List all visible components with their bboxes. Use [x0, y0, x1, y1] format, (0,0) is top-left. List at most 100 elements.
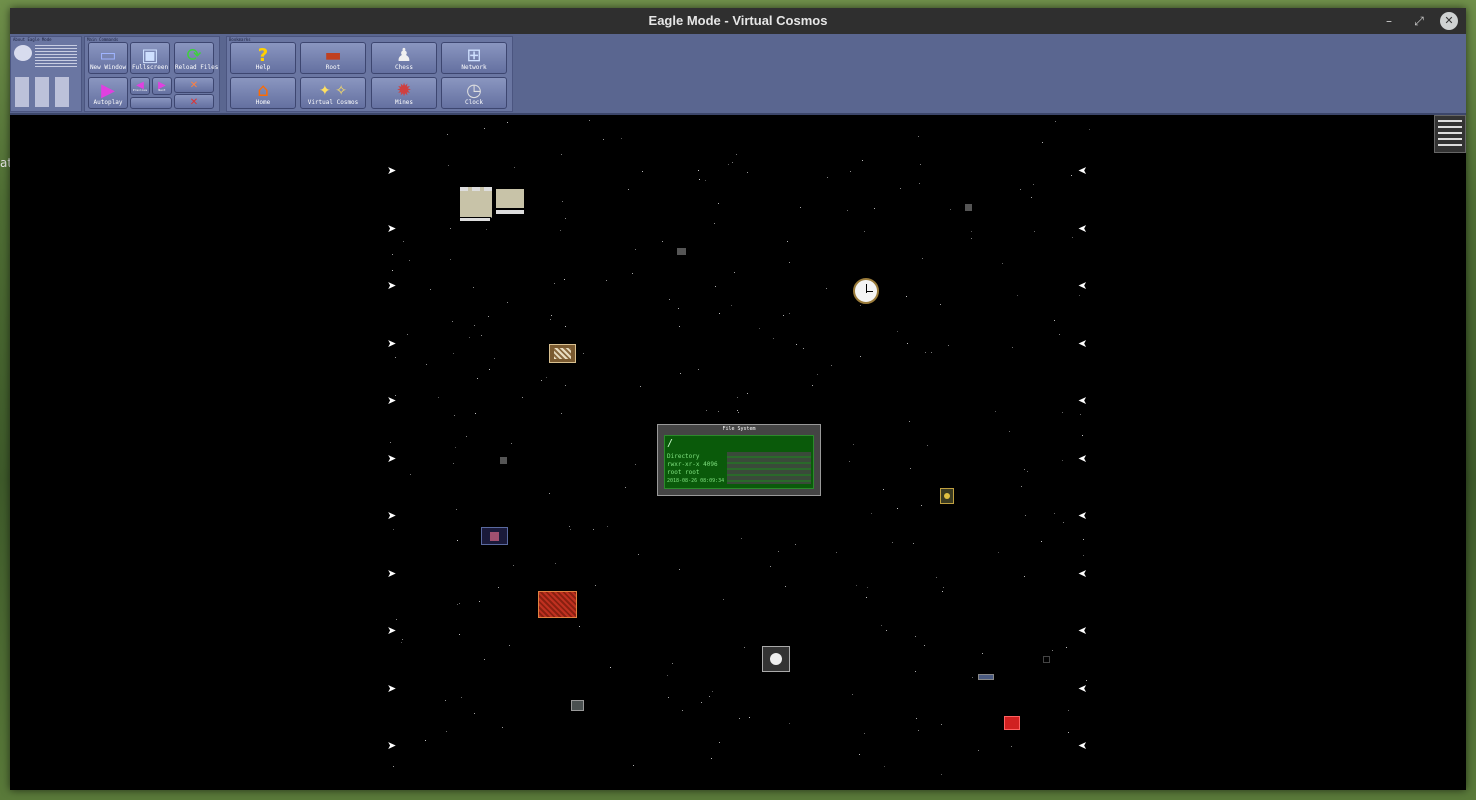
star: [402, 240, 404, 242]
star: [863, 231, 865, 233]
star: [438, 396, 440, 398]
star: [886, 629, 887, 631]
star: [852, 444, 854, 446]
star: [406, 333, 408, 335]
reload-files-button[interactable]: ⟳ Reload Files: [174, 42, 218, 74]
cosmos-item-toolbox-red[interactable]: [1004, 716, 1020, 730]
cosmos-item-coin-icon[interactable]: [940, 488, 954, 504]
quit-button[interactable]: ✕: [174, 94, 214, 109]
star: [981, 653, 983, 655]
star: [770, 566, 772, 568]
star: [489, 369, 491, 371]
cosmos-item-small-box[interactable]: [677, 248, 686, 255]
fs-file-list[interactable]: [727, 452, 811, 484]
star: [910, 468, 912, 469]
star: [426, 363, 428, 365]
bookmark-virtual-cosmos-label: Virtual Cosmos: [307, 99, 359, 106]
star: [1034, 230, 1036, 232]
star: [476, 377, 478, 379]
star: [949, 208, 951, 210]
bookmark-virtual-cosmos[interactable]: ✦ ✧ Virtual Cosmos: [300, 77, 366, 109]
bookmark-help[interactable]: ? Help: [230, 42, 296, 74]
star: [906, 296, 908, 298]
cosmos-item-stocks[interactable]: [460, 187, 492, 217]
star: [507, 121, 508, 123]
star: [453, 462, 455, 464]
next-button[interactable]: ▶ Next: [152, 77, 172, 95]
maximize-button[interactable]: ⤢: [1410, 12, 1428, 30]
star: [494, 357, 496, 359]
star: [448, 165, 449, 167]
window-title: Eagle Mode - Virtual Cosmos: [648, 13, 828, 28]
cosmos-item-fractal[interactable]: [762, 646, 790, 672]
bookmark-home[interactable]: ⌂ Home: [230, 77, 296, 109]
new-window-button[interactable]: ▭ New Window: [88, 42, 128, 74]
star: [408, 260, 410, 262]
star: [712, 691, 714, 693]
cosmos-item-small-box[interactable]: [1043, 656, 1050, 663]
close-view-button[interactable]: ✕: [174, 77, 214, 93]
fs-date: 2018-08-26 08:09:34: [667, 478, 725, 484]
title-bar[interactable]: Eagle Mode - Virtual Cosmos – ⤢ ✕: [10, 8, 1466, 34]
star: [445, 731, 447, 733]
star: [392, 765, 394, 767]
file-system-panel[interactable]: File System / Directory rwxr-xr-x 4096 r…: [657, 424, 821, 496]
autoplay-settings-button[interactable]: [130, 97, 172, 109]
view-scroll-handle[interactable]: [1434, 115, 1466, 153]
star: [743, 646, 745, 648]
star: [728, 163, 730, 165]
autoplay-button[interactable]: ▶ Autoplay: [88, 77, 128, 109]
cosmos-item-eye[interactable]: [571, 700, 584, 711]
star: [746, 392, 748, 394]
cosmos-item-chess-board[interactable]: [549, 344, 576, 363]
boundary-arrow-icon: ➤: [387, 451, 397, 465]
previous-button[interactable]: ◀ Previous: [130, 77, 150, 95]
star: [873, 208, 875, 210]
bookmark-mines[interactable]: ✹ Mines: [371, 77, 437, 109]
about-text-lines: [35, 45, 77, 67]
fullscreen-button[interactable]: ▣ Fullscreen: [130, 42, 170, 74]
star: [454, 415, 456, 417]
star: [485, 228, 487, 230]
cosmos-item-toolbox[interactable]: [538, 591, 577, 618]
previous-label: Previous: [132, 88, 148, 92]
cosmos-item-notes[interactable]: [496, 189, 524, 208]
about-layout-icons[interactable]: [15, 77, 75, 107]
star: [909, 421, 911, 423]
star: [498, 586, 500, 588]
minimize-button[interactable]: –: [1380, 12, 1398, 30]
about-panel: About Eagle Mode: [10, 36, 82, 112]
file-system-body[interactable]: / Directory rwxr-xr-x 4096 root root 201…: [664, 435, 814, 489]
star: [709, 695, 711, 697]
cosmos-item-mines[interactable]: [481, 527, 508, 545]
star: [812, 385, 814, 387]
toolbox-icon: ▬: [324, 45, 342, 66]
star: [592, 528, 594, 530]
bookmark-clock[interactable]: ◷ Clock: [441, 77, 507, 109]
file-system-header: File System: [722, 426, 756, 432]
star: [1067, 709, 1069, 711]
star: [632, 765, 634, 767]
star: [713, 223, 715, 225]
star: [1066, 647, 1068, 649]
star: [394, 357, 396, 359]
cosmos-item-small-box[interactable]: [965, 204, 972, 211]
cosmos-view[interactable]: ➤ ➤ ➤ ➤ ➤ ➤ ➤ ➤ ➤ ➤ ➤ ➤ ➤ ➤ ➤ ➤ ➤ ➤ ➤ ➤ ➤ ➤ File System / Dir…: [10, 115, 1466, 790]
star: [449, 227, 451, 229]
star: [452, 352, 454, 354]
main-window: Eagle Mode - Virtual Cosmos – ⤢ ✕ About …: [10, 8, 1466, 790]
cosmos-item-small-box[interactable]: [500, 457, 507, 464]
bookmark-network[interactable]: ⊞ Network: [441, 42, 507, 74]
close-button[interactable]: ✕: [1440, 12, 1458, 30]
star: [882, 488, 884, 490]
bookmark-chess[interactable]: ♟ Chess: [371, 42, 437, 74]
autoplay-label: Autoplay: [93, 99, 123, 106]
star: [1026, 470, 1028, 472]
cosmos-item-network[interactable]: [978, 674, 994, 680]
bookmark-root[interactable]: ▬ Root: [300, 42, 366, 74]
cosmos-clock-icon[interactable]: [853, 278, 879, 304]
star: [681, 710, 683, 712]
star: [1067, 731, 1069, 733]
bookmark-help-label: Help: [255, 64, 271, 71]
star: [1001, 263, 1003, 265]
